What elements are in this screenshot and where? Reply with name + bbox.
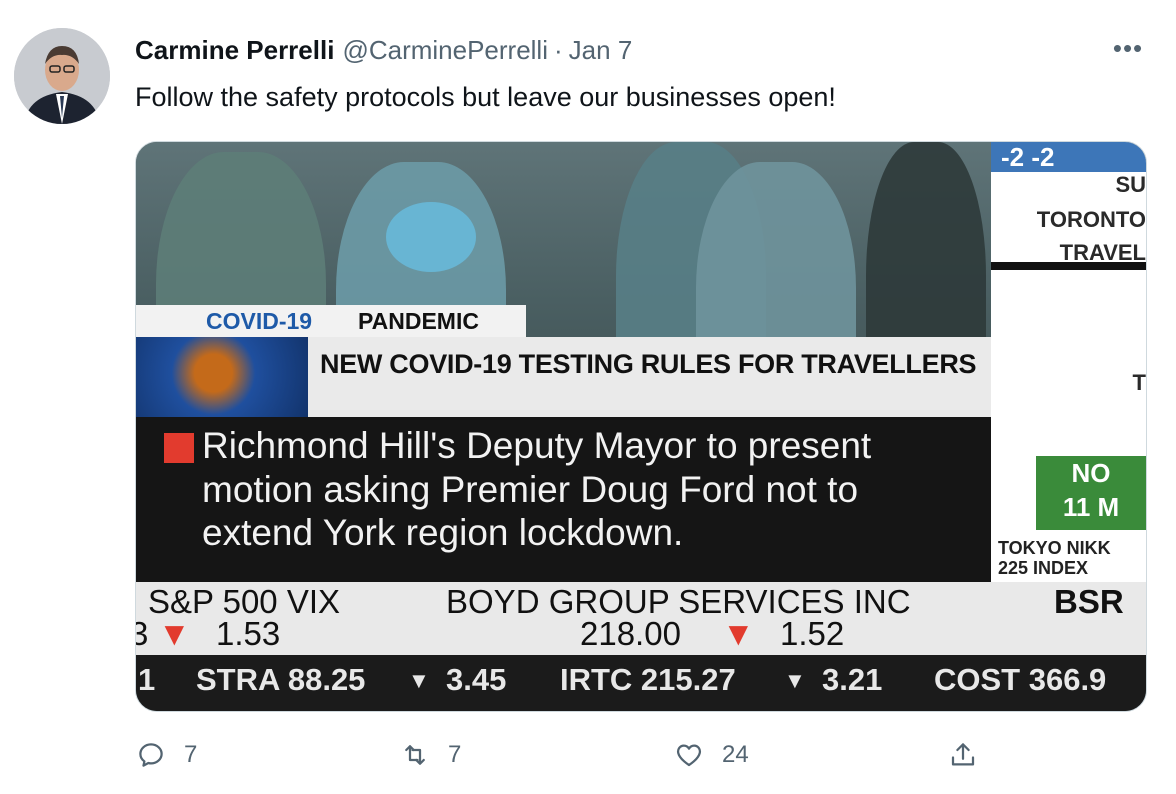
retweet-count: 7: [448, 741, 462, 768]
side-panel-sun: SU: [1115, 172, 1146, 197]
author-name[interactable]: Carmine Perrelli: [135, 35, 334, 66]
covid-tag: COVID-19 PANDEMIC: [136, 305, 526, 337]
like-button[interactable]: 24: [674, 740, 749, 770]
news-body-line-2: motion asking Premier Doug Ford not to: [202, 469, 859, 510]
share-icon: [951, 743, 975, 766]
reply-button[interactable]: 7: [136, 740, 197, 770]
retweet-icon: [405, 745, 425, 765]
down-arrow-icon: ▼: [722, 615, 755, 652]
nikkei-line1: TOKYO NIKK: [998, 538, 1111, 558]
ticker2-item-1: STRA 88.25: [196, 662, 366, 697]
side-panel-temp: -2 -2: [991, 142, 1146, 172]
author-handle[interactable]: @CarminePerrelli: [342, 35, 548, 66]
down-arrow-icon: ▼: [158, 615, 191, 652]
ticker-right-label: BSR: [1054, 583, 1124, 620]
avatar-photo: [14, 28, 110, 124]
ticker2-item-3: COST 366.9: [934, 662, 1107, 697]
down-arrow-icon: ▼: [784, 668, 806, 693]
retweet-button[interactable]: 7: [400, 740, 461, 770]
heart-icon: [676, 744, 702, 767]
news-headline: NEW COVID-19 TESTING RULES FOR TRAVELLER…: [320, 349, 977, 379]
covid-tag-blue: COVID-19: [206, 308, 313, 334]
ticker-mid-change: 1.52: [780, 615, 845, 652]
ticker2-change-1: 3.45: [446, 662, 507, 697]
nikkei-label: TOKYO NIKK 225 INDEX: [998, 538, 1146, 580]
tweet-media[interactable]: -2 -2 SU TORONTO TRAVEL T NO 11 M TOKYO …: [135, 141, 1147, 712]
tweet-text: Follow the safety protocols but leave ou…: [135, 82, 836, 112]
green-box-line2: 11 M: [1062, 492, 1120, 522]
side-panel-green-box: NO 11 M: [1036, 456, 1146, 530]
ticker-mid-value: 218.00: [580, 615, 681, 652]
share-button[interactable]: [948, 740, 978, 770]
ticker-left-prefix: 3: [136, 615, 148, 653]
tweet-date[interactable]: Jan 7: [569, 35, 633, 66]
header-separator: ·: [554, 34, 563, 65]
more-options-icon[interactable]: •••: [1108, 30, 1148, 66]
side-panel-divider: [991, 262, 1146, 270]
tweet-header: Carmine Perrelli @CarminePerrelli · Jan …: [135, 32, 632, 68]
side-panel-city: TORONTO: [1036, 207, 1146, 232]
ticker2-change-2: 3.21: [822, 662, 883, 697]
reply-count: 7: [184, 741, 198, 768]
news-body-line-3: extend York region lockdown.: [202, 512, 684, 553]
covid-tag-black: PANDEMIC: [358, 308, 479, 334]
nikkei-line2: 225 INDEX: [998, 558, 1089, 578]
down-arrow-icon: ▼: [408, 668, 430, 693]
ticker2-item-2: IRTC 215.27: [560, 662, 736, 697]
side-panel-t: T: [1132, 370, 1146, 395]
reply-icon: [139, 743, 163, 767]
like-count: 24: [722, 741, 749, 768]
news-body-line-1: Richmond Hill's Deputy Mayor to present: [202, 425, 872, 466]
ticker-left-change: 1.53: [216, 615, 281, 652]
virus-thumbnail: [136, 337, 308, 417]
ticker2-lead: 1: [138, 662, 156, 697]
green-box-line1: NO: [1071, 458, 1111, 488]
avatar[interactable]: [14, 28, 110, 124]
red-bullet-icon: [164, 433, 194, 463]
